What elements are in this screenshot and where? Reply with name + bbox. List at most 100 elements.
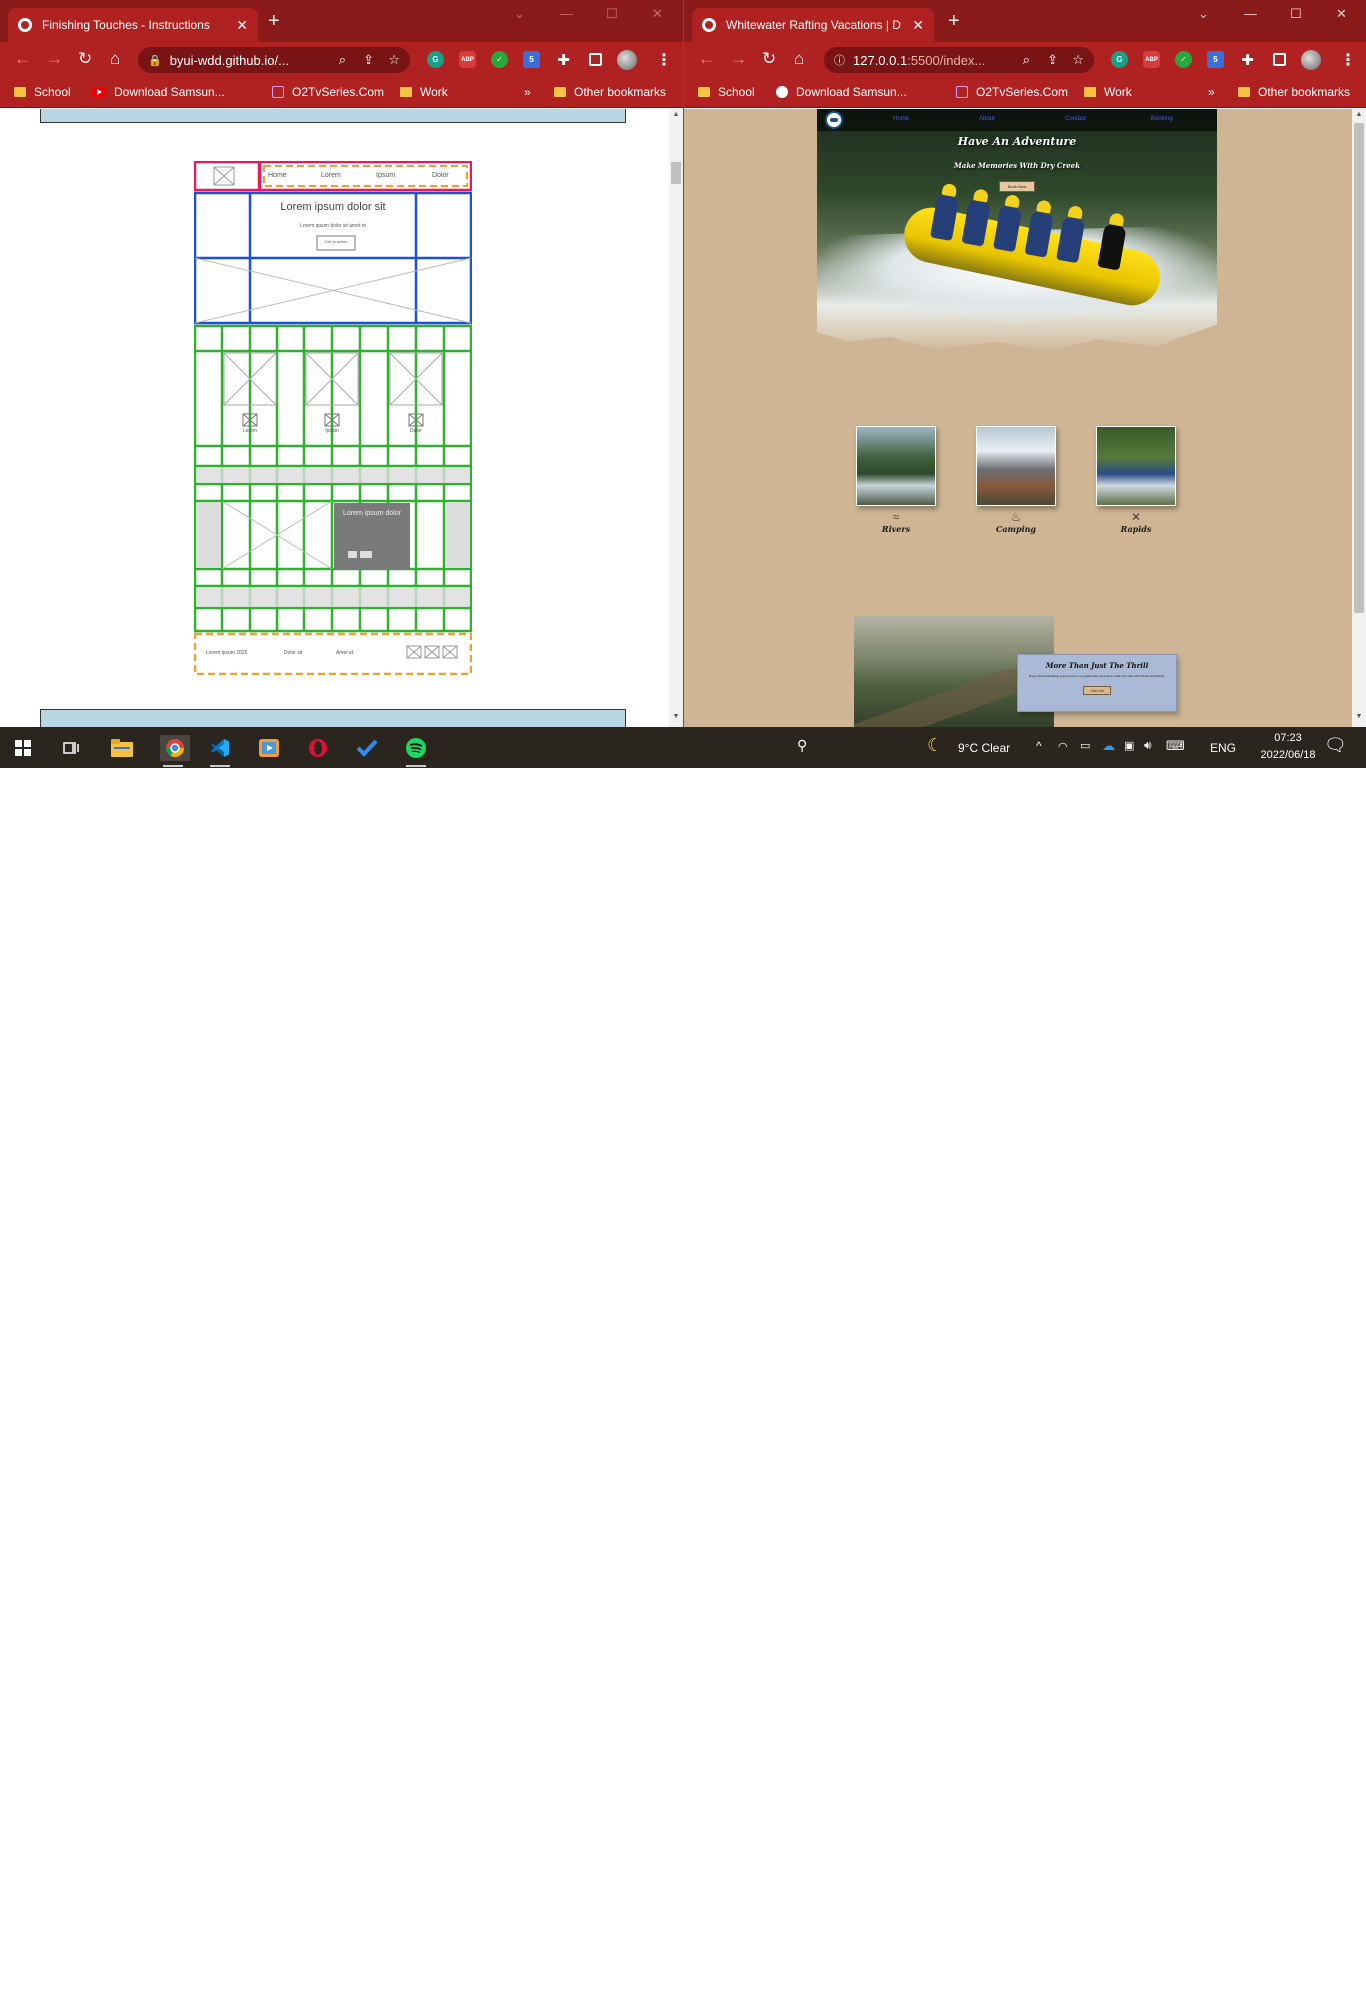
vscode-icon[interactable]: [207, 735, 233, 767]
task-view-icon[interactable]: [58, 735, 84, 761]
scroll-up-icon[interactable]: ▲: [669, 111, 683, 123]
menu-kebab-icon[interactable]: ⋮: [656, 50, 672, 70]
chrome-icon[interactable]: [160, 735, 190, 767]
wireframe-page[interactable]: Home Lorem Ipsum Dolor Lorem ipsum dolor…: [0, 109, 683, 727]
spotify-icon[interactable]: [403, 735, 429, 767]
bookmark-download-samsung[interactable]: Download Samsun...: [92, 85, 225, 99]
scroll-up-icon[interactable]: ▲: [1352, 111, 1366, 123]
scrollbar[interactable]: ▲ ▼: [1352, 109, 1366, 727]
site-logo-icon[interactable]: [825, 111, 843, 129]
extensions-puzzle-icon[interactable]: ✚: [555, 51, 572, 69]
share-icon[interactable]: ⇪: [363, 52, 374, 68]
tab-whitewater-rafting[interactable]: Whitewater Rafting Vacations | D ✕: [692, 8, 934, 42]
grammarly-icon[interactable]: G: [427, 51, 444, 68]
bookmark-work[interactable]: Work: [1084, 85, 1132, 99]
tab-search-chevron-icon[interactable]: ⌄: [1198, 6, 1209, 22]
bookmark-o2tvseries[interactable]: O2TvSeries.Com: [956, 85, 1068, 99]
zoom-icon[interactable]: ⌕: [339, 52, 346, 68]
translate-extension-icon[interactable]: 5: [1207, 51, 1224, 68]
forward-arrow-icon[interactable]: →: [46, 50, 63, 68]
close-tab-icon[interactable]: ✕: [236, 17, 248, 34]
extensions-puzzle-icon[interactable]: ✚: [1239, 51, 1256, 69]
back-arrow-icon[interactable]: ←: [14, 50, 31, 68]
maximize-button[interactable]: ☐: [606, 6, 618, 22]
share-icon[interactable]: ⇪: [1047, 52, 1058, 68]
profile-avatar[interactable]: [1301, 50, 1321, 70]
bookmark-other[interactable]: Other bookmarks: [1238, 85, 1350, 99]
card-rivers[interactable]: ≈ Rivers: [856, 426, 936, 534]
todo-icon[interactable]: [354, 735, 380, 761]
onedrive-cloud-icon[interactable]: ☁: [1102, 738, 1115, 754]
close-tab-icon[interactable]: ✕: [912, 17, 924, 34]
bookmark-star-icon[interactable]: ☆: [388, 52, 400, 68]
keyboard-icon[interactable]: ⌨: [1166, 738, 1185, 754]
media-player-icon[interactable]: [256, 735, 282, 761]
bookmark-work[interactable]: Work: [400, 85, 448, 99]
address-bar[interactable]: 🔒 byui-wdd.github.io/... ⌕ ⇪ ☆: [138, 47, 410, 73]
back-arrow-icon[interactable]: ←: [698, 50, 715, 68]
scrollbar[interactable]: ▲ ▼: [669, 109, 683, 727]
maximize-button[interactable]: ☐: [1290, 6, 1302, 22]
side-panel-icon[interactable]: [589, 53, 602, 66]
clock-date[interactable]: 2022/06/18: [1246, 749, 1330, 761]
opera-icon[interactable]: [305, 735, 331, 761]
home-icon[interactable]: ⌂: [794, 50, 804, 68]
side-panel-icon[interactable]: [1273, 53, 1286, 66]
bookmark-star-icon[interactable]: ☆: [1072, 52, 1084, 68]
windows-start-icon[interactable]: [10, 735, 36, 761]
profile-avatar[interactable]: [617, 50, 637, 70]
forward-arrow-icon[interactable]: →: [730, 50, 747, 68]
bookmark-download-samsung[interactable]: Download Samsun...: [776, 85, 907, 99]
scroll-down-icon[interactable]: ▼: [669, 713, 683, 725]
reload-icon[interactable]: ↻: [762, 50, 776, 68]
tab-finishing-touches[interactable]: Finishing Touches - Instructions ✕: [8, 8, 258, 42]
checkmark-extension-icon[interactable]: ✓: [1175, 51, 1192, 68]
new-tab-button[interactable]: +: [268, 11, 280, 31]
home-icon[interactable]: ⌂: [110, 50, 120, 68]
join-us-button[interactable]: Join Us: [1083, 686, 1111, 695]
file-explorer-icon[interactable]: [109, 735, 135, 761]
bookmark-school[interactable]: School: [14, 85, 71, 99]
new-tab-button[interactable]: +: [948, 11, 960, 31]
notifications-icon[interactable]: 🗨︎: [1324, 735, 1347, 756]
language-indicator[interactable]: ENG: [1210, 741, 1236, 755]
clock-time[interactable]: 07:23: [1262, 732, 1314, 744]
site-nav-link[interactable]: Contact: [1065, 116, 1086, 122]
book-now-button[interactable]: Book Now: [999, 181, 1035, 192]
address-bar[interactable]: ⓘ 127.0.0.1:5500/index... ⌕ ⇪ ☆: [824, 47, 1094, 73]
zoom-icon[interactable]: ⌕: [1023, 52, 1030, 68]
checkmark-extension-icon[interactable]: ✓: [491, 51, 508, 68]
adblock-icon[interactable]: ABP: [1143, 51, 1160, 68]
card-camping[interactable]: ♨ Camping: [976, 426, 1056, 534]
meet-now-icon[interactable]: ▣: [1124, 739, 1134, 752]
menu-kebab-icon[interactable]: ⋮: [1340, 50, 1356, 70]
adblock-icon[interactable]: ABP: [459, 51, 476, 68]
reload-icon[interactable]: ↻: [78, 50, 92, 68]
site-nav-link[interactable]: About: [979, 116, 995, 122]
bookmark-other[interactable]: Other bookmarks: [554, 85, 666, 99]
grammarly-icon[interactable]: G: [1111, 51, 1128, 68]
bookmarks-overflow-icon[interactable]: »: [1208, 85, 1215, 99]
scroll-thumb[interactable]: [671, 162, 681, 184]
weather-text[interactable]: 9°C Clear: [958, 741, 1010, 755]
tray-chevron-up-icon[interactable]: ^: [1036, 739, 1042, 753]
bookmark-o2tvseries[interactable]: O2TvSeries.Com: [272, 85, 384, 99]
scroll-down-icon[interactable]: ▼: [1352, 713, 1366, 725]
bookmark-school[interactable]: School: [698, 85, 755, 99]
battery-icon[interactable]: ▭: [1080, 739, 1090, 752]
volume-icon[interactable]: 🔊︎: [1144, 738, 1152, 753]
card-rapids[interactable]: ✕ Rapids: [1096, 426, 1176, 534]
minimize-button[interactable]: —: [560, 6, 573, 21]
search-people-icon[interactable]: ⚲: [797, 737, 807, 754]
translate-extension-icon[interactable]: 5: [523, 51, 540, 68]
close-window-button[interactable]: ✕: [652, 6, 663, 22]
tab-search-chevron-icon[interactable]: ⌄: [514, 6, 525, 22]
bookmarks-overflow-icon[interactable]: »: [524, 85, 531, 99]
site-nav-link[interactable]: Home: [893, 116, 909, 122]
rafting-site-page[interactable]: Home About Contact Booking Have An Adven…: [684, 109, 1352, 727]
scroll-thumb[interactable]: [1354, 123, 1364, 613]
close-window-button[interactable]: ✕: [1336, 6, 1347, 22]
wifi-icon[interactable]: ◠: [1058, 740, 1068, 753]
moon-weather-icon[interactable]: ☾: [927, 735, 943, 756]
site-nav-link[interactable]: Booking: [1151, 116, 1173, 122]
